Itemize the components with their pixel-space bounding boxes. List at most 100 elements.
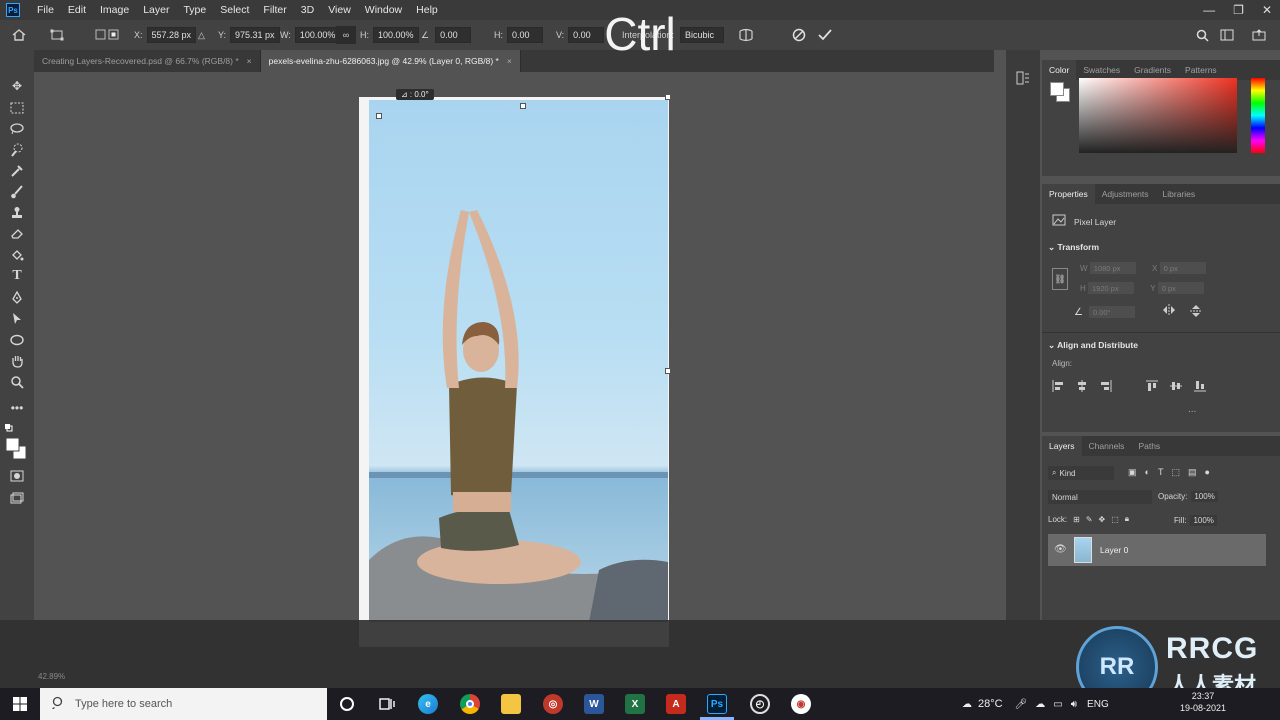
properties-y-label: Y — [1150, 284, 1156, 293]
lock-transparency-icon[interactable]: ⊞ — [1073, 515, 1080, 524]
tab-libraries[interactable]: Libraries — [1156, 184, 1203, 204]
word-icon[interactable]: W — [584, 694, 604, 714]
yoga-photo[interactable] — [369, 100, 668, 622]
task-view-icon[interactable] — [377, 694, 397, 714]
excel-icon[interactable]: X — [625, 694, 645, 714]
lock-image-icon[interactable]: ✎ — [1086, 515, 1093, 524]
properties-w-label: W — [1080, 264, 1088, 273]
align-bottom-icon[interactable] — [1194, 380, 1206, 395]
onedrive-icon[interactable]: ☁ — [1035, 699, 1045, 710]
flip-horizontal-icon[interactable] — [1162, 304, 1176, 321]
filter-adjustment-icon[interactable]: ◐ — [1145, 467, 1150, 478]
recorder-icon[interactable]: ◴ — [750, 694, 770, 714]
properties-width-field[interactable]: 1080 px — [1089, 262, 1136, 274]
align-center-icon[interactable] — [1076, 380, 1088, 395]
align-middle-icon[interactable] — [1170, 380, 1182, 395]
type-tool-icon[interactable]: T — [9, 268, 25, 284]
pen-tool-icon[interactable] — [9, 290, 25, 306]
language-indicator[interactable]: ENG — [1087, 699, 1109, 710]
filter-smart-object-icon[interactable]: ▤ — [1188, 467, 1197, 478]
screen-mode-icon[interactable] — [9, 490, 25, 506]
properties-x-field[interactable]: 0 px — [1159, 262, 1206, 274]
lasso-tool-icon[interactable] — [9, 121, 25, 137]
brush-tool-icon[interactable] — [9, 184, 25, 200]
lock-artboard-icon[interactable]: ⬚ — [1111, 515, 1119, 524]
opacity-field[interactable]: 100% — [1191, 491, 1218, 502]
lock-all-icon[interactable]: 🔒︎ — [1125, 514, 1129, 524]
eraser-tool-icon[interactable] — [9, 226, 25, 242]
tools-panel: ✥ T ••• — [0, 50, 34, 620]
chrome-icon[interactable] — [460, 694, 480, 714]
fill-field[interactable]: 100% — [1190, 515, 1217, 526]
photoshop-taskbar-icon[interactable]: Ps — [707, 694, 727, 714]
foreground-background-swatch[interactable] — [4, 436, 28, 462]
more-tools-icon[interactable]: ••• — [9, 400, 25, 416]
cortana-icon[interactable] — [337, 694, 357, 714]
blend-mode-select[interactable]: Normal — [1048, 490, 1152, 504]
tab-layers[interactable]: Layers — [1042, 436, 1082, 456]
layer-thumbnail — [1074, 537, 1092, 563]
network-icon[interactable]: ▭ — [1053, 699, 1062, 710]
history-icon[interactable] — [1015, 70, 1031, 89]
volume-icon[interactable]: 🔊︎ — [1071, 699, 1077, 710]
acrobat-icon[interactable]: A — [666, 694, 686, 714]
chevron-down-icon[interactable]: ⌄ — [1048, 340, 1057, 350]
eye-icon[interactable]: 👁︎ — [1054, 544, 1067, 555]
file-explorer-icon[interactable] — [501, 694, 521, 714]
align-top-icon[interactable] — [1146, 380, 1158, 395]
color-picker-field[interactable] — [1079, 78, 1237, 153]
align-buttons — [1052, 380, 1206, 395]
transform-handle[interactable] — [665, 368, 671, 374]
properties-y-field[interactable]: 0 px — [1157, 282, 1204, 294]
tab-adjustments[interactable]: Adjustments — [1095, 184, 1156, 204]
lock-position-icon[interactable]: ✥ — [1099, 515, 1106, 524]
clock[interactable]: 23:37 19-08-2021 — [1180, 690, 1226, 714]
windows-start-icon[interactable] — [0, 688, 40, 720]
zoom-tool-icon[interactable] — [9, 374, 25, 390]
properties-x-label: X — [1152, 264, 1158, 273]
app-target-icon[interactable]: ◉ — [791, 694, 811, 714]
ellipse-tool-icon[interactable] — [9, 332, 25, 348]
layer-filter-select[interactable]: ⌕ Kind — [1048, 466, 1114, 480]
path-selection-tool-icon[interactable] — [9, 311, 25, 327]
link-dimensions-icon[interactable]: ⛓ — [1052, 268, 1068, 290]
layer-name[interactable]: Layer 0 — [1100, 545, 1128, 555]
zoom-status[interactable]: 42.89% — [38, 672, 65, 681]
move-tool-icon[interactable]: ✥ — [9, 78, 25, 94]
foreground-color-swatch[interactable] — [1050, 82, 1064, 96]
properties-angle-field[interactable]: 0.00° — [1088, 306, 1135, 318]
layer-row[interactable]: 👁︎ Layer 0 — [1048, 534, 1266, 566]
transform-handle[interactable] — [376, 113, 382, 119]
default-colors-icon[interactable] — [4, 420, 20, 436]
hand-tool-icon[interactable] — [9, 353, 25, 369]
app-red-icon[interactable]: ◎ — [543, 694, 563, 714]
taskbar-search-box[interactable]: Type here to search — [40, 688, 327, 720]
filter-type-icon[interactable]: T — [1158, 467, 1164, 478]
weather-temperature[interactable]: 28°C — [978, 698, 1003, 710]
quick-mask-icon[interactable] — [9, 468, 25, 484]
align-left-icon[interactable] — [1052, 380, 1064, 395]
more-options-icon[interactable]: ... — [1188, 404, 1196, 415]
filter-toggle-icon[interactable]: ● — [1204, 467, 1209, 478]
paint-bucket-tool-icon[interactable] — [9, 247, 25, 263]
align-right-icon[interactable] — [1100, 380, 1112, 395]
microphone-icon[interactable]: 🎤︎ — [1015, 699, 1028, 710]
eyedropper-tool-icon[interactable] — [9, 163, 25, 179]
stamp-tool-icon[interactable] — [9, 205, 25, 221]
transform-handle[interactable] — [665, 94, 671, 100]
tab-properties[interactable]: Properties — [1042, 184, 1095, 204]
flip-vertical-icon[interactable] — [1190, 304, 1202, 321]
tab-channels[interactable]: Channels — [1082, 436, 1132, 456]
transform-handle[interactable] — [520, 103, 526, 109]
properties-height-field[interactable]: 1920 px — [1088, 282, 1135, 294]
angle-icon: ∠ — [1074, 306, 1083, 318]
filter-shape-icon[interactable]: ⬚ — [1171, 467, 1180, 478]
filter-pixel-icon[interactable]: ▣ — [1128, 467, 1137, 478]
tab-paths[interactable]: Paths — [1131, 436, 1167, 456]
marquee-tool-icon[interactable] — [9, 100, 25, 116]
hue-slider[interactable] — [1251, 78, 1265, 153]
edge-icon[interactable]: e — [418, 694, 438, 714]
quick-selection-tool-icon[interactable] — [9, 142, 25, 158]
weather-icon[interactable]: ☁ — [962, 699, 972, 710]
watermark-title: RRCG — [1166, 632, 1259, 665]
